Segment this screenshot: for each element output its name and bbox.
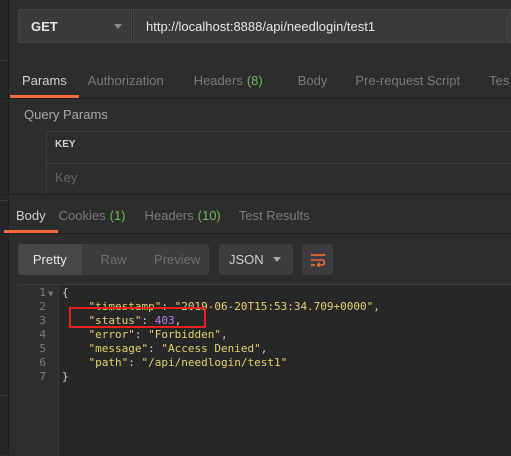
code-token: , <box>220 328 228 341</box>
code-token: "error" <box>88 328 135 341</box>
tab-label: Body <box>16 207 46 223</box>
tab-params[interactable]: Params <box>10 62 79 98</box>
format-label: JSON <box>229 252 264 267</box>
code-token: { <box>62 286 69 299</box>
tab-headers[interactable]: Headers (8) <box>194 62 263 98</box>
line-number: 6 <box>39 356 46 369</box>
tab-label: Cookies <box>58 207 106 223</box>
method-select[interactable]: GET <box>18 9 132 43</box>
request-tabs: Params Authorization Headers (8) Body Pr… <box>0 62 509 98</box>
line-number: 5 <box>39 342 46 355</box>
url-input[interactable]: http://localhost:8888/api/needlogin/test… <box>133 9 511 43</box>
code-line: } <box>62 370 69 384</box>
tab-authorization[interactable]: Authorization <box>88 62 164 98</box>
chevron-down-icon <box>114 24 122 29</box>
wrap-lines-icon <box>310 253 325 267</box>
line-number: 1 <box>39 286 46 299</box>
wrap-lines-button[interactable] <box>302 244 333 275</box>
preview-button[interactable]: Preview <box>145 244 209 275</box>
tab-response-body[interactable]: Body <box>4 197 58 233</box>
code-token: : <box>134 328 149 341</box>
code-token: : <box>148 342 162 355</box>
tab-tests[interactable]: Tes <box>489 62 509 98</box>
pretty-button[interactable]: Pretty <box>18 244 82 275</box>
tab-count: (1) <box>109 207 126 223</box>
key-column-header: KEY <box>55 139 76 150</box>
tab-body[interactable]: Body <box>298 62 328 98</box>
left-panel-divider <box>0 395 8 396</box>
tab-label: Pre-request Script <box>355 72 461 88</box>
format-select[interactable]: JSON <box>219 244 293 275</box>
code-token: "message" <box>88 342 149 355</box>
code-token: "/api/needlogin/test1" <box>141 356 288 369</box>
divider <box>0 194 511 195</box>
code-line: { <box>62 286 69 300</box>
code-token: "Access Denied" <box>161 342 261 355</box>
chevron-down-icon <box>273 257 281 262</box>
fold-arrow-icon[interactable]: ▼ <box>48 290 53 298</box>
tab-label: Test Results <box>238 207 310 223</box>
tab-cookies[interactable]: Cookies (1) <box>59 197 126 233</box>
tab-label: Headers <box>144 207 194 223</box>
divider <box>0 98 511 99</box>
code-token: , <box>260 342 268 355</box>
line-number-gutter: ▼ 1234567 <box>18 285 59 456</box>
url-text: http://localhost:8888/api/needlogin/test… <box>146 18 376 34</box>
line-number: 3 <box>39 314 46 327</box>
line-number: 7 <box>39 370 46 383</box>
code-token: "Forbidden" <box>148 328 221 341</box>
tab-response-headers[interactable]: Headers (10) <box>145 197 221 233</box>
query-params-title: Query Params <box>24 107 108 122</box>
view-mode-group: Pretty Raw Preview <box>18 244 209 275</box>
code-token: "path" <box>88 356 129 369</box>
code-token: } <box>62 370 69 383</box>
table-row-divider <box>47 163 511 164</box>
tab-label: Params <box>22 72 67 88</box>
method-label: GET <box>31 18 58 34</box>
key-input[interactable]: Key <box>55 170 77 185</box>
line-number: 4 <box>39 328 46 341</box>
tab-label: Headers <box>193 72 243 88</box>
tab-count: (10) <box>197 207 221 223</box>
code-line: "path": "/api/needlogin/test1" <box>62 356 288 370</box>
tab-test-results[interactable]: Test Results <box>239 197 310 233</box>
code-token: , <box>373 300 380 313</box>
code-line: "message": "Access Denied", <box>62 342 268 356</box>
line-number: 2 <box>39 300 46 313</box>
code-line: "error": "Forbidden", <box>62 328 228 342</box>
divider <box>0 233 511 234</box>
tab-label: Body <box>297 72 328 88</box>
tab-label: Authorization <box>87 72 164 88</box>
left-panel-divider <box>0 60 8 61</box>
tab-label: Tes <box>489 72 510 88</box>
raw-button[interactable]: Raw <box>82 244 146 275</box>
response-tabs: Body Cookies (1) Headers (10) Test Resul… <box>0 197 310 233</box>
highlight-annotation-box <box>69 307 206 328</box>
tab-count: (8) <box>246 72 263 88</box>
query-params-table: KEY Key <box>46 131 511 194</box>
tab-pre-request-script[interactable]: Pre-request Script <box>355 62 460 98</box>
code-token: : <box>128 356 142 369</box>
